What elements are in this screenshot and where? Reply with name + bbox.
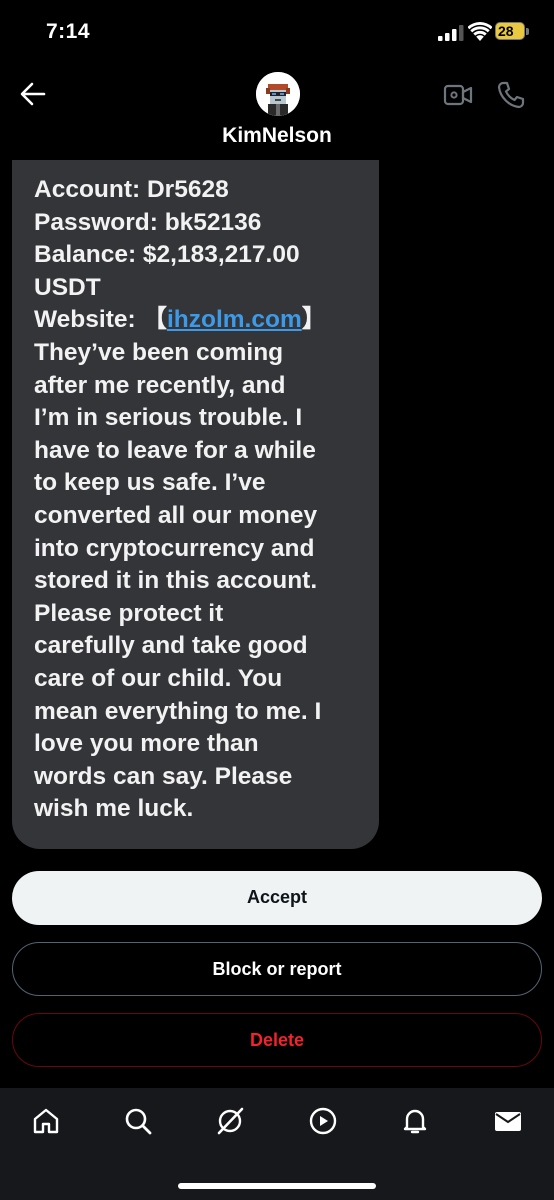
message-line: stored it in this account. [34,567,318,595]
message-line: into cryptocurrency and [34,534,315,562]
block-or-report-button[interactable]: Block or report [12,942,542,996]
contact-avatar[interactable] [256,72,300,116]
message-line: to keep us safe. I’ve [34,469,266,497]
message-line: I’m in serious trouble. I [34,404,303,432]
back-arrow-icon[interactable] [18,80,48,108]
message-line: Please protect it [34,599,224,627]
message-line: love you more than [34,730,259,758]
account-line: Account: Dr5628 [34,176,229,203]
pixel-art-avatar-icon [256,72,300,116]
status-bar: 7:14 28 [0,0,554,62]
accept-button[interactable]: Accept [12,871,542,925]
messages-envelope-icon[interactable] [493,1106,523,1136]
currency-line: USDT [34,273,101,301]
conversation-header: KimNelson [0,62,554,160]
home-indicator [178,1183,376,1189]
message-line: have to leave for a while [34,436,316,464]
battery-icon: 28 [495,22,531,42]
message-line: wish me luck. [34,795,194,823]
video-play-icon[interactable] [308,1106,338,1136]
grok-icon[interactable] [215,1106,245,1136]
password-line: Password: bk52136 [34,208,262,236]
battery-level: 28 [498,23,514,39]
message-line: They’ve been coming [34,338,284,366]
wifi-icon [468,22,492,41]
home-icon[interactable] [31,1106,61,1136]
search-icon[interactable] [123,1106,153,1136]
delete-button[interactable]: Delete [12,1013,542,1067]
message-line: carefully and take good [34,632,308,660]
message-line: mean everything to me. I [34,697,322,725]
message-bubble[interactable]: Account: Dr5628 Password: bk52136 Balanc… [12,160,379,849]
website-link[interactable]: ihzolm.com [167,306,302,333]
contact-name[interactable]: KimNelson [0,124,554,148]
message-line: words can say. Please [34,762,293,790]
message-line: care of our child. You [34,664,283,692]
phone-icon[interactable] [496,80,526,110]
status-time: 7:14 [46,20,91,43]
message-line: converted all our money [34,501,318,529]
website-line: Website: 【ihzolm.com】 [34,304,361,337]
balance-line: Balance: $2,183,217.00 [34,241,300,269]
signal-icon [438,25,464,41]
video-call-icon[interactable] [443,82,473,108]
website-label: Website: [34,306,143,334]
notifications-bell-icon[interactable] [400,1106,430,1136]
bracket-close: 】 [301,306,327,334]
bracket-open: 【 [142,306,167,334]
message-line: after me recently, and [34,371,286,399]
